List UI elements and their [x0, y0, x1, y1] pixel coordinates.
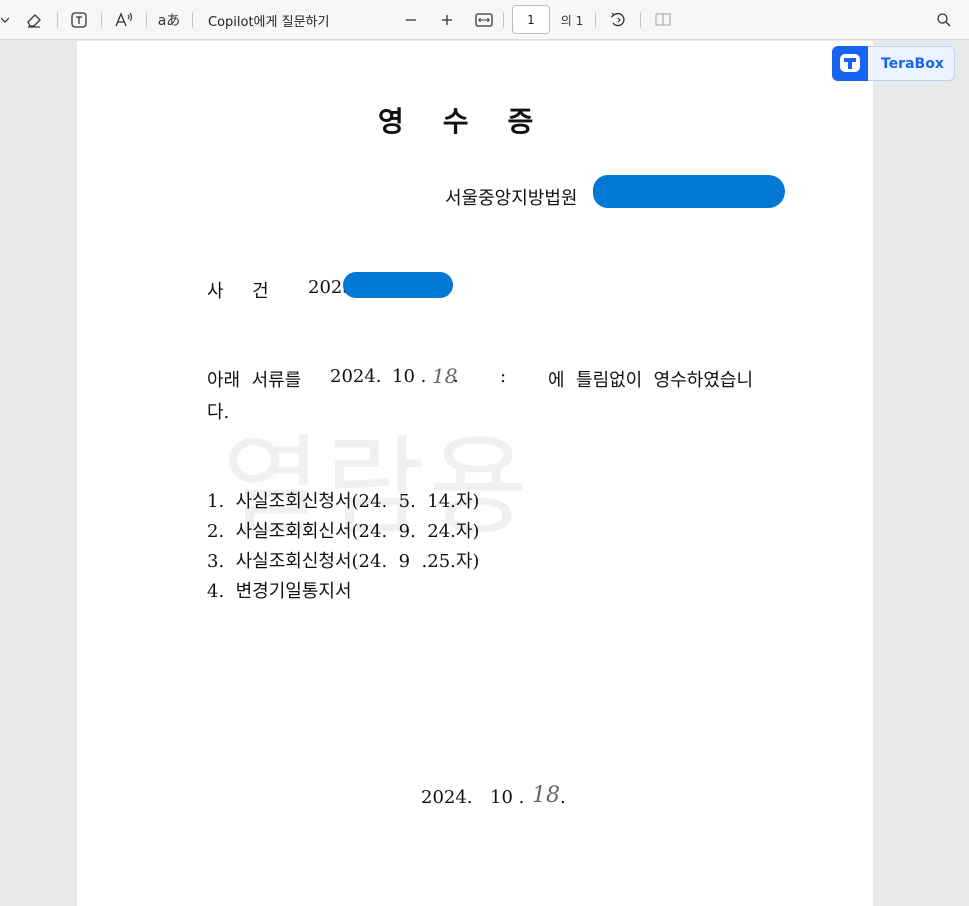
receipt-text-a: 아래 서류를: [207, 370, 302, 391]
eraser-icon[interactable]: [22, 0, 46, 40]
pdf-toolbar: aあ Copilot에게 질문하기 1 의 1: [0, 0, 969, 40]
page-number-input[interactable]: 1: [512, 5, 550, 34]
receipt-text-line2: 다.: [207, 402, 230, 423]
two-page-icon[interactable]: [651, 0, 675, 40]
receipt-month: 10 .: [392, 366, 427, 387]
footer-dot: .: [560, 787, 566, 808]
receipt-dot: .: [453, 366, 459, 387]
redaction-court: [593, 175, 785, 208]
page-count: 의 1: [560, 13, 584, 28]
receipt-year: 2024.: [330, 366, 382, 387]
list-item: 1. 사실조회신청서(24. 5. 14.자): [207, 491, 480, 512]
list-item: 3. 사실조회신청서(24. 9 .25.자): [207, 551, 480, 572]
list-item: 2. 사실조회회신서(24. 9. 24.자): [207, 521, 480, 542]
zoom-in-icon[interactable]: [436, 0, 458, 40]
chevron-down-icon[interactable]: [0, 0, 10, 40]
list-item: 4. 변경기일통지서: [207, 581, 352, 602]
page-number-value: 1: [527, 12, 535, 27]
case-label: 사 건: [207, 281, 269, 302]
copilot-label: Copilot에게 질문하기: [208, 14, 330, 30]
zoom-out-icon[interactable]: [400, 0, 422, 40]
receipt-colon: :: [500, 366, 507, 387]
fit-width-icon[interactable]: [472, 0, 496, 40]
terabox-button[interactable]: TeraBox: [832, 45, 955, 81]
footer-year: 2024.: [421, 787, 473, 808]
terabox-label: TeraBox: [881, 55, 944, 72]
redaction-case: [343, 272, 453, 298]
copilot-ask-button[interactable]: Copilot에게 질문하기: [200, 0, 353, 40]
document-title: 영 수 증: [378, 105, 534, 138]
court-name: 서울중앙지방법원: [445, 188, 578, 209]
rotate-icon[interactable]: [606, 0, 630, 40]
search-icon[interactable]: [932, 0, 956, 40]
translate-icon[interactable]: aあ: [156, 0, 182, 40]
footer-month: 10 .: [490, 787, 525, 808]
footer-day-handwritten: 18: [532, 783, 560, 808]
terabox-logo-icon: [832, 45, 868, 81]
read-aloud-icon[interactable]: [111, 0, 137, 40]
receipt-text-b: 에 틀림없이 영수하였습니: [548, 370, 754, 391]
text-box-icon[interactable]: [67, 0, 91, 40]
